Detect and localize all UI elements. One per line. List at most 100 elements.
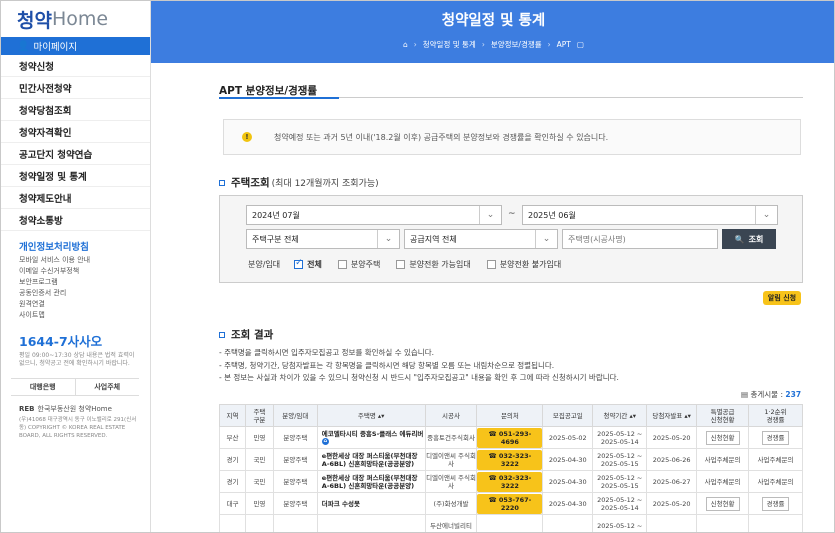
from-month-select[interactable]: 2024년 07월 ⌄ <box>246 205 502 225</box>
note-line: - 주택명, 청약기간, 당첨자발표는 각 항목명을 클릭하시면 해당 항목별 … <box>219 360 555 370</box>
cell-special: 신청현황 <box>696 492 750 515</box>
breadcrumb-apt[interactable]: APT <box>557 40 571 49</box>
special-status-button[interactable]: 신청현황 <box>705 430 740 445</box>
business-button[interactable]: 사업주체 <box>76 379 140 395</box>
mobile-guide-link[interactable]: 모바일 서비스 이용 안내 <box>19 255 150 266</box>
house-name-link[interactable]: 더파크 수성못 <box>322 500 360 508</box>
search-button-label: 조회 <box>748 234 764 244</box>
to-month-select[interactable]: 2025년 06월 ⌄ <box>522 205 778 225</box>
notice-text: 청약예정 또는 과거 5년 이내('18.2월 이후) 공급주택의 분양정보와 … <box>274 132 609 142</box>
region-select[interactable]: 공급지역 전체 ⌄ <box>404 229 558 249</box>
to-month-value: 2025년 06월 <box>528 210 576 220</box>
email-policy-link[interactable]: 이메일 수신거부정책 <box>19 266 150 277</box>
cell-region: 경기 <box>219 470 246 493</box>
reb-mark-icon: REB <box>19 405 35 413</box>
cell-special: 신청현황 <box>696 426 750 449</box>
cell-period: 2025-05-12 ~ <box>592 514 648 532</box>
sidebar-item-win-check[interactable]: 청약당첨조회 <box>1 99 150 121</box>
footer-copyright: (우)41068 대구광역시 동구 이노밸리로 291(신서동) COPYRIG… <box>19 417 137 439</box>
th-sale: 분양/임대 <box>272 404 318 427</box>
remote-link[interactable]: 원격연결 <box>19 299 150 310</box>
cell-sale: 분양주택 <box>272 426 318 449</box>
check-convertible-rent[interactable]: 분양전환 가능임대 <box>396 259 471 270</box>
check-all[interactable]: 전체 <box>294 258 322 270</box>
competition-button[interactable]: 경쟁률 <box>761 496 790 511</box>
chevron-right-icon: › <box>413 40 417 49</box>
search-subtitle: (최대 12개월까지 조회가능) <box>271 179 379 189</box>
cell-winner: 2025-05-20 <box>646 426 698 449</box>
sale-type-filter: 분양/임대 전체 분양주택 분양전환 가능임대 분양전환 불가임대 <box>248 258 577 270</box>
house-name-link[interactable]: 에코델타시티 중흥S-클래스 에듀리버 <box>322 430 424 438</box>
breadcrumb: ⌂ › 청약일정 및 통계 › 분양정보/경쟁률 › APT ▢ <box>151 39 834 50</box>
th-winner[interactable]: 당첨자발표 ▴▾ <box>646 404 698 427</box>
logo-text-main: 청약 <box>17 9 52 32</box>
dropdown-icon[interactable]: ▢ <box>577 40 584 49</box>
callcenter-note: 평일 09:00~17:30 상담 내용은 법적 효력이 없으니, 청약공고 전… <box>19 352 135 367</box>
sidebar-item-apply[interactable]: 청약신청 <box>1 55 150 77</box>
privacy-policy-link[interactable]: 개인정보처리방침 <box>19 239 150 253</box>
bank-button[interactable]: 대행은행 <box>11 379 76 395</box>
cell-type <box>244 514 274 532</box>
breadcrumb-sale-info[interactable]: 분양정보/경쟁률 <box>491 39 542 50</box>
checkbox-icon <box>396 260 406 269</box>
section-title-text: APT 분양정보/경쟁률 <box>219 85 318 97</box>
home-icon[interactable]: ⌂ <box>403 40 408 49</box>
check-convertible-rent-label: 분양전환 가능임대 <box>409 260 471 269</box>
cell-rank: 경쟁률 <box>748 426 803 449</box>
cell-special: 사업주체문의 <box>696 448 750 471</box>
house-type-select[interactable]: 주택구분 전체 ⌄ <box>246 229 400 249</box>
cell-winner <box>646 514 698 532</box>
house-name-link[interactable]: e편한세상 대장 퍼스티움(부천대장 A-6BL) 신혼희망타운(공공분양) <box>322 474 418 490</box>
check-all-label: 전체 <box>307 260 322 269</box>
chevron-down-icon: ⌄ <box>479 206 501 224</box>
cell-period: 2025-05-12 ~ 2025-05-14 <box>592 426 648 449</box>
cell-rank: 경쟁률 <box>748 492 803 515</box>
sidebar-item-guide[interactable]: 청약제도안내 <box>1 187 150 209</box>
phone-badge[interactable]: ☎ 053-767-2220 <box>477 493 543 514</box>
cell-house-name[interactable] <box>316 514 426 532</box>
cell-house-name[interactable]: 에코델타시티 중흥S-클래스 에듀리버 ⌂ <box>316 426 426 449</box>
mypage-link[interactable]: 👤 마이페이지 <box>1 37 150 55</box>
check-nonconvertible-rent-label: 분양전환 불가임대 <box>499 260 562 269</box>
cell-contact <box>476 514 544 532</box>
square-bullet-icon <box>219 331 225 338</box>
sidebar-menu: 청약신청 민간사전청약 청약당첨조회 청약자격확인 공고단지 청약연습 청약일정… <box>1 55 150 231</box>
phone-badge[interactable]: ☎ 051-293-4696 <box>477 427 543 448</box>
certificate-link[interactable]: 공동인증서 관리 <box>19 288 150 299</box>
th-name[interactable]: 주택명 ▴▾ <box>316 404 426 427</box>
side-button-group: 대행은행 사업주체 <box>11 378 139 396</box>
security-program-link[interactable]: 보안프로그램 <box>19 277 150 288</box>
sidebar-item-qualify[interactable]: 청약자격확인 <box>1 121 150 143</box>
phone-badge[interactable]: ☎ 032-323-3222 <box>477 471 543 492</box>
sidebar-item-schedule[interactable]: 청약일정 및 통계 <box>1 165 150 187</box>
cell-house-name[interactable]: e편한세상 대장 퍼스티움(부천대장 A-6BL) 신혼희망타운(공공분양) <box>316 470 426 493</box>
results-section-title: 조회 결과 <box>219 327 273 342</box>
check-nonconvertible-rent[interactable]: 분양전환 불가임대 <box>486 259 562 270</box>
sitemap-link[interactable]: 사이트맵 <box>19 310 150 321</box>
search-button[interactable]: 🔍 조회 <box>722 229 776 249</box>
special-status-button[interactable]: 신청현황 <box>705 496 740 511</box>
cell-house-name[interactable]: e편한세상 대장 퍼스티움(부천대장 A-6BL) 신혼희망타운(공공분양) <box>316 448 426 471</box>
check-sale-house[interactable]: 분양주택 <box>337 259 380 270</box>
house-name-input[interactable]: 주택명(시공사명) <box>562 229 718 249</box>
page-header: 청약일정 및 통계 ⌂ › 청약일정 및 통계 › 분양정보/경쟁률 › APT… <box>151 1 834 63</box>
breadcrumb-schedule[interactable]: 청약일정 및 통계 <box>423 39 476 50</box>
sidebar-item-practice[interactable]: 공고단지 청약연습 <box>1 143 150 165</box>
logo[interactable]: 청약 Home <box>1 1 150 37</box>
phone-badge[interactable]: ☎ 032-323-3222 <box>477 449 543 470</box>
sidebar-item-private-pre[interactable]: 민간사전청약 <box>1 77 150 99</box>
reb-label: 한국부동산원 청약Home <box>37 405 112 413</box>
total-count-value: 237 <box>785 390 802 399</box>
range-tilde: ~ <box>508 209 516 219</box>
home-badge-icon: ⌂ <box>321 438 329 445</box>
cell-house-name[interactable]: 더파크 수성못 <box>316 492 426 515</box>
th-period[interactable]: 청약기간 ▴▾ <box>592 404 648 427</box>
competition-button[interactable]: 경쟁률 <box>761 430 790 445</box>
house-name-link[interactable]: e편한세상 대장 퍼스티움(부천대장 A-6BL) 신혼희망타운(공공분양) <box>322 452 418 468</box>
alarm-apply-button[interactable]: 알림 신청 <box>763 291 801 305</box>
sidebar-item-community[interactable]: 청약소통방 <box>1 209 150 231</box>
th-type: 주택 구분 <box>244 404 274 427</box>
phone-number: 053-767-2220 <box>498 495 532 512</box>
th-region: 지역 <box>219 404 246 427</box>
sidebar: 청약 Home 👤 마이페이지 청약신청 민간사전청약 청약당첨조회 청약자격확인… <box>1 1 151 532</box>
